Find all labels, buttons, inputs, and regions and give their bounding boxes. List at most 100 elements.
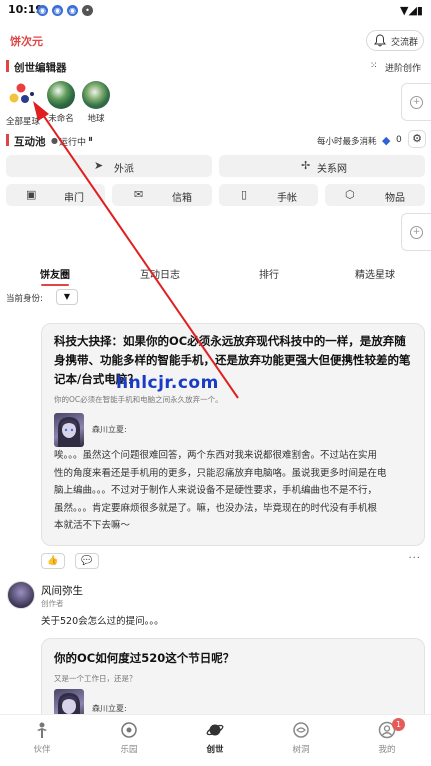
world-all[interactable]: 全部星球 (6, 81, 41, 127)
tab-interaction-log[interactable]: 互动日志 (140, 266, 180, 281)
world-untitled[interactable]: 未命名 (46, 81, 76, 124)
post-body-line: 虽然。。。肯定要麻烦很多就是了。嘛，也没办法，毕竟现在的时代没有手机根 (54, 502, 378, 514)
more-options-icon[interactable]: ··· (408, 553, 421, 564)
bell-icon (374, 34, 386, 47)
post-author: 森川立夏: (92, 425, 127, 434)
avatar[interactable] (7, 581, 35, 609)
feed-tabs: 饼友圈 互动日志 排行 精选星球 (0, 262, 431, 286)
network-icon: ✢ (301, 159, 311, 172)
comment-icon: 💬 (81, 556, 93, 566)
pause-icon[interactable]: ⏸ (88, 134, 93, 145)
interaction-title: 互动池 (14, 136, 46, 148)
post-subtitle: 又是一个工作日，还是？ (54, 674, 137, 683)
nav-paradise[interactable]: 乐园 (104, 721, 154, 755)
pool-status: 运行中 (59, 138, 87, 148)
send-icon: ➤ (94, 159, 104, 172)
comment-button[interactable]: 💬 (75, 553, 99, 569)
signal-battery-icon: ▼◢▮ (400, 4, 423, 17)
box-icon: ⬡ (345, 188, 355, 201)
status-dot-icon: ● (51, 136, 58, 145)
user-post-text: 关于520会怎么过的提问。。。 (41, 616, 164, 627)
nav-creation[interactable]: 创世 (190, 721, 240, 755)
identity-dropdown[interactable]: ▼ (56, 289, 78, 305)
watermark: hnlcjr.com (116, 373, 219, 393)
world-earth[interactable]: 地球 (81, 81, 111, 124)
grid-icon[interactable]: ⁙ (370, 61, 378, 71)
creator-title: 创世编辑器 (14, 62, 67, 74)
items-button[interactable]: ⬡ 物品 (325, 184, 425, 206)
dot-icon: • (82, 5, 93, 16)
user-name[interactable]: 风间弥生 (41, 583, 83, 598)
planet-icon (206, 724, 224, 736)
post-title: 你的OC如何度过520这个节日呢？ (54, 651, 235, 665)
notification-icon: ◉ (37, 5, 48, 16)
treehole-icon (293, 722, 309, 738)
mailbox-button[interactable]: ✉ 信箱 (112, 184, 212, 206)
plus-icon: + (410, 96, 423, 109)
world-name: 未命名 (48, 114, 74, 124)
relationship-button[interactable]: ✢ 关系网 (219, 155, 425, 177)
app-logo: 饼次元 (10, 35, 43, 48)
all-planets-icon (9, 83, 34, 103)
thumbs-up-icon: 👍 (47, 556, 59, 566)
nav-partner[interactable]: 伙伴 (17, 721, 67, 755)
add-world-button[interactable]: + (401, 83, 431, 121)
identity-label: 当前身份: (6, 294, 43, 304)
diamond-balance: 0 (396, 135, 402, 145)
partner-icon (37, 722, 47, 738)
consumption-label: 每小时最多消耗 (317, 137, 377, 147)
journal-button[interactable]: ▯ 手帐 (219, 184, 318, 206)
post-title-line: 记本/台式电脑？ (54, 372, 139, 386)
user-role: 创作者 (41, 599, 64, 608)
diamond-icon: ◆ (382, 134, 391, 147)
app-bar: 饼次元 交流群 (0, 26, 431, 54)
nav-label: 伙伴 (33, 745, 51, 755)
plus-icon: + (410, 226, 423, 239)
visit-label: 串门 (64, 193, 84, 204)
notification-icon: ◉ (67, 5, 78, 16)
settings-icon[interactable]: ⚙ (408, 130, 426, 148)
visit-button[interactable]: ▣ 串门 (6, 184, 105, 206)
add-interaction-button[interactable]: + (401, 213, 431, 251)
nav-label: 乐园 (120, 745, 138, 755)
creator-section-header: 创世编辑器 ⁙ 进阶创作 (0, 58, 431, 76)
tab-featured-planets[interactable]: 精选星球 (355, 266, 395, 281)
section-accent-bar (6, 60, 9, 72)
tab-ranking[interactable]: 排行 (259, 266, 279, 281)
interaction-section-header: 互动池 ● 运行中 ⏸ 每小时最多消耗 ◆ 0 ⚙ (0, 130, 431, 150)
paradise-icon (121, 722, 137, 738)
visit-icon: ▣ (26, 188, 37, 201)
dispatch-button[interactable]: ➤ 外派 (6, 155, 212, 177)
post-card[interactable]: 科技大抉择：如果你的OC必须永远放弃现代科技中的一样，是放弃随 身携带、功能多样… (41, 323, 425, 546)
post-title: 科技大抉择：如果你的OC必须永远放弃现代科技中的一样，是放弃随 身携带、功能多样… (54, 332, 411, 389)
post-body-line: 本就活不下去嘛～ (54, 520, 131, 531)
chat-group-button[interactable]: 交流群 (366, 30, 424, 51)
mail-icon: ✉ (134, 188, 144, 201)
nav-treehole[interactable]: 树洞 (276, 721, 326, 755)
phone-icon: ▯ (241, 188, 248, 201)
planet-icon (47, 81, 75, 109)
dispatch-label: 外派 (114, 164, 134, 175)
bottom-navigation: 伙伴 乐园 创世 树洞 我的 1 (0, 714, 431, 766)
character-portrait-icon (58, 417, 80, 447)
post-subtitle: 你的OC必须在智能手机和电脑之间永久放弃一个。 (54, 395, 223, 404)
post-body-line: 脑上编曲。。。不过对于制作人来说设备不是硬性要求，手机编曲也不是不行， (54, 485, 378, 496)
world-name: 全部星球 (6, 117, 41, 127)
journal-label: 手帐 (277, 193, 297, 204)
notification-icon: ◉ (52, 5, 63, 16)
section-accent-bar (6, 134, 9, 146)
notification-badge: 1 (392, 718, 405, 731)
nav-label: 创世 (206, 745, 224, 755)
mailbox-label: 信箱 (172, 193, 192, 204)
advanced-create-link[interactable]: 进阶创作 (385, 61, 421, 74)
post-body-line: 唉。。。虽然这个问题很难回答，两个东西对我来说都很难割舍。不过站在实用 (54, 450, 378, 461)
nav-label: 树洞 (292, 745, 310, 755)
post-author: 森川立夏: (92, 704, 127, 713)
like-button[interactable]: 👍 (41, 553, 65, 569)
post-title-line: 科技大抉择：如果你的OC必须永远放弃现代科技中的一样，是放弃随 (54, 334, 406, 348)
character-avatar (54, 413, 84, 447)
items-label: 物品 (385, 193, 405, 204)
post-title-line: 身携带、功能多样的智能手机，还是放弃功能更强大但便携性较差的笔 (54, 353, 411, 367)
tab-friends-circle[interactable]: 饼友圈 (40, 266, 70, 281)
status-bar: 10:19 ◉ ◉ ◉ • ▼◢▮ (0, 0, 431, 22)
